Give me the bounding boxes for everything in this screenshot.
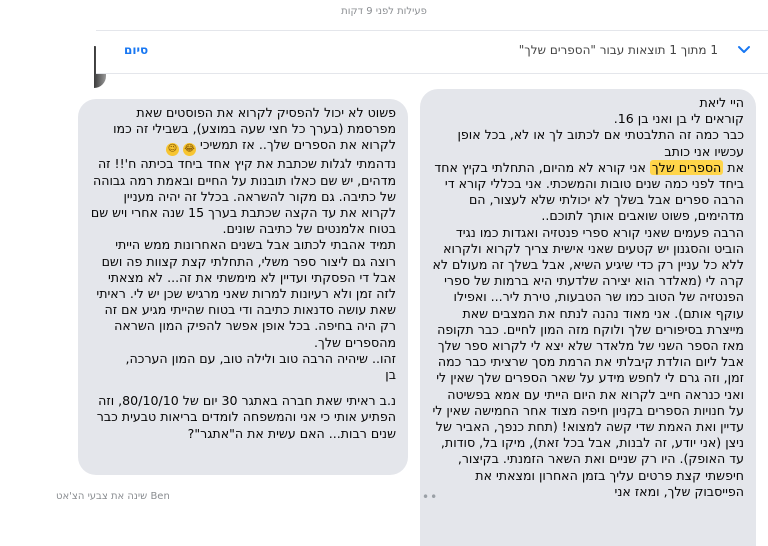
message-line: קוראים לי בן ואני בן 16. (613, 111, 744, 127)
message-line: היי ליאת (699, 95, 744, 110)
message-bubble-incoming: היי ליאת קוראים לי בן ואני בן 16. כבר כמ… (420, 89, 756, 546)
message-paragraph: נדהמתי לגלות שכתבת את קיץ אחד ביחד בכיתה… (90, 156, 396, 237)
message-paragraph: הרבה פעמים שאני קורא ספרי פנטזיה ואגדות … (432, 224, 744, 499)
message-paragraph: תמיד אהבתי לכתוב אבל בשנים האחרונות ממש … (96, 237, 396, 350)
message-paragraph: נ.ב ראיתי שאת חברה באתגר 30 יום של 80/10… (96, 393, 396, 441)
chevron-down-icon[interactable] (736, 41, 752, 57)
search-results-bar: סיום 1 מתוך 1 תוצאות עבור "הספרים שלך" (96, 30, 768, 74)
message-bubble-outgoing: פשוט לא יכול להפסיק לקרוא את הפוסטים שאת… (78, 99, 408, 475)
more-options-icon[interactable]: •• (422, 490, 438, 504)
search-highlight: הספרים שלך (649, 159, 724, 175)
message-paragraph: פשוט לא יכול להפסיק לקרוא את הפוסטים שאת… (113, 105, 396, 157)
active-status: פעילות לפני 9 דקות (341, 6, 427, 17)
done-button[interactable]: סיום (124, 43, 148, 57)
laughing-emoji-icon: 😂 (183, 143, 196, 157)
message-paragraph: את הספרים שלך אני קורא לא מהיום, התחלתי … (434, 159, 744, 224)
search-results-count: 1 מתוך 1 תוצאות עבור "הספרים שלך" (518, 43, 718, 57)
wink-emoji-icon: 😉 (165, 143, 179, 157)
message-line: כבר כמה זה התלבטתי אם לכתוב לך או לא, בכ… (457, 127, 745, 159)
message-paragraph: זהו.. שיהיה הרבה טוב ולילה טוב, עם המון … (125, 350, 396, 366)
message-paragraph: בן (385, 367, 396, 383)
chat-theme-notice: Ben שינה את צבעי הצ'אט (56, 491, 170, 502)
